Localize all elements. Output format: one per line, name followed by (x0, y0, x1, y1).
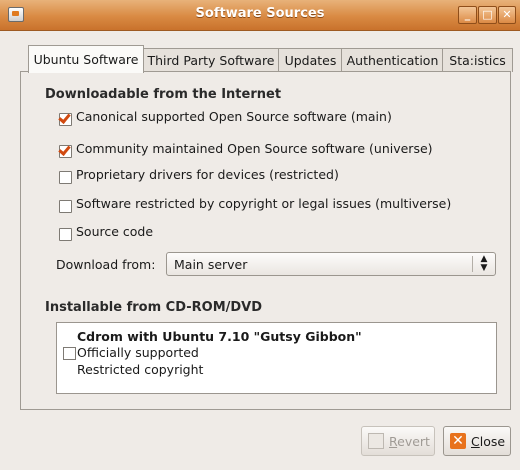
revert-label: Revert (389, 434, 430, 449)
tab-statistics[interactable]: Sta:istics (442, 48, 513, 72)
tab-ubuntu-software[interactable]: Ubuntu Software (28, 45, 144, 73)
close-label: Close (471, 434, 506, 449)
revert-button[interactable]: Revert (361, 426, 435, 456)
installable-header: Installable from CD-ROM/DVD (45, 300, 263, 315)
download-server-combo[interactable]: Main server ▲ ▼ (166, 252, 496, 276)
close-button[interactable]: ✕ Close (443, 426, 511, 456)
restricted-checkbox[interactable] (59, 171, 72, 184)
download-server-value: Main server (174, 257, 248, 272)
multiverse-label[interactable]: Software restricted by copyright or lega… (76, 196, 451, 211)
main-checkbox[interactable] (59, 113, 72, 126)
maximize-button[interactable]: □ (478, 6, 497, 24)
combo-separator (472, 256, 473, 272)
source-code-label[interactable]: Source code (76, 224, 153, 239)
minimize-button[interactable]: _ (458, 6, 477, 24)
multiverse-checkbox[interactable] (59, 200, 72, 213)
universe-checkbox[interactable] (59, 145, 72, 158)
downloadable-header: Downloadable from the Internet (45, 87, 282, 102)
cdrom-title: Cdrom with Ubuntu 7.10 "Gutsy Gibbon" (77, 329, 362, 344)
title-bar[interactable]: Software Sources _ □ ✕ (0, 0, 520, 31)
cdrom-copyright-line: Restricted copyright (77, 362, 204, 377)
revert-icon (368, 433, 384, 449)
cdrom-list: Cdrom with Ubuntu 7.10 "Gutsy Gibbon" Of… (56, 322, 497, 394)
tab-authentication[interactable]: Authentication (341, 48, 444, 72)
download-from-label: Download from: (56, 257, 156, 272)
window-title: Software Sources (195, 6, 325, 21)
combo-arrows-icon: ▲ ▼ (480, 254, 488, 273)
source-code-checkbox[interactable] (59, 228, 72, 241)
tab-third-party-software[interactable]: Third Party Software (142, 48, 280, 72)
close-x-icon: ✕ (450, 433, 466, 449)
cdrom-checkbox[interactable] (63, 347, 76, 360)
universe-label[interactable]: Community maintained Open Source softwar… (76, 141, 433, 156)
close-window-button[interactable]: ✕ (498, 6, 516, 24)
tab-updates[interactable]: Updates (278, 48, 343, 72)
cdrom-support-line: Officially supported (77, 345, 199, 360)
main-label[interactable]: Canonical supported Open Source software… (76, 109, 392, 124)
restricted-label[interactable]: Proprietary drivers for devices (restric… (76, 167, 339, 182)
